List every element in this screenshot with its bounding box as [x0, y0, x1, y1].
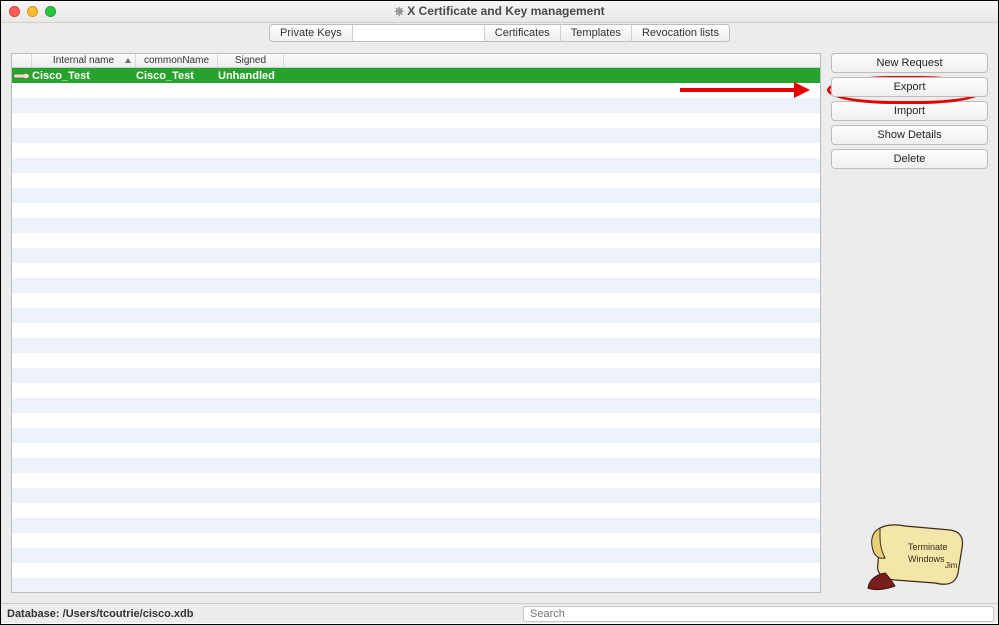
zoom-window-button[interactable] — [45, 6, 56, 17]
cell-common-name: Cisco_Test — [136, 70, 218, 82]
window-controls — [1, 6, 56, 17]
column-common-name[interactable]: commonName — [136, 54, 218, 67]
tab-active-spacer — [353, 25, 485, 41]
tab-templates[interactable]: Templates — [561, 25, 632, 41]
close-window-button[interactable] — [9, 6, 20, 17]
database-path-label: Database: /Users/tcoutrie/cisco.xdb — [1, 608, 199, 620]
new-request-button[interactable]: New Request — [831, 53, 988, 73]
action-sidebar: New Request Export Import Show Details D… — [831, 53, 988, 593]
category-tabbar: Private Keys Certificates Templates Revo… — [1, 23, 998, 43]
table-header: Internal name commonName Signed — [12, 54, 820, 68]
svg-text:Jim: Jim — [945, 561, 958, 570]
csr-icon — [12, 71, 32, 81]
titlebar: ⎈ X Certificate and Key management — [1, 1, 998, 23]
show-details-button[interactable]: Show Details — [831, 125, 988, 145]
svg-text:Terminate: Terminate — [908, 542, 948, 552]
cell-internal-name: Cisco_Test — [32, 70, 136, 82]
app-logo-scroll-icon: Terminate Windows Jim — [831, 513, 988, 593]
column-icon[interactable] — [12, 54, 32, 67]
export-button[interactable]: Export — [831, 77, 988, 97]
window-title: ⎈ X Certificate and Key management — [1, 4, 998, 19]
svg-text:Windows: Windows — [908, 554, 945, 564]
search-input[interactable] — [523, 606, 994, 622]
cell-signed: Unhandled — [218, 70, 284, 82]
status-bar: Database: /Users/tcoutrie/cisco.xdb — [1, 603, 998, 623]
request-list-panel: Internal name commonName Signed — [11, 53, 821, 593]
tab-certificates[interactable]: Certificates — [485, 25, 561, 41]
table-row[interactable]: Cisco_Test Cisco_Test Unhandled — [12, 68, 820, 83]
table-body[interactable]: Cisco_Test Cisco_Test Unhandled — [12, 68, 820, 592]
minimize-window-button[interactable] — [27, 6, 38, 17]
column-internal-name[interactable]: Internal name — [32, 54, 136, 67]
delete-button[interactable]: Delete — [831, 149, 988, 169]
tab-private-keys[interactable]: Private Keys — [270, 25, 353, 41]
import-button[interactable]: Import — [831, 101, 988, 121]
column-signed[interactable]: Signed — [218, 54, 284, 67]
tab-revocation-lists[interactable]: Revocation lists — [632, 25, 729, 41]
